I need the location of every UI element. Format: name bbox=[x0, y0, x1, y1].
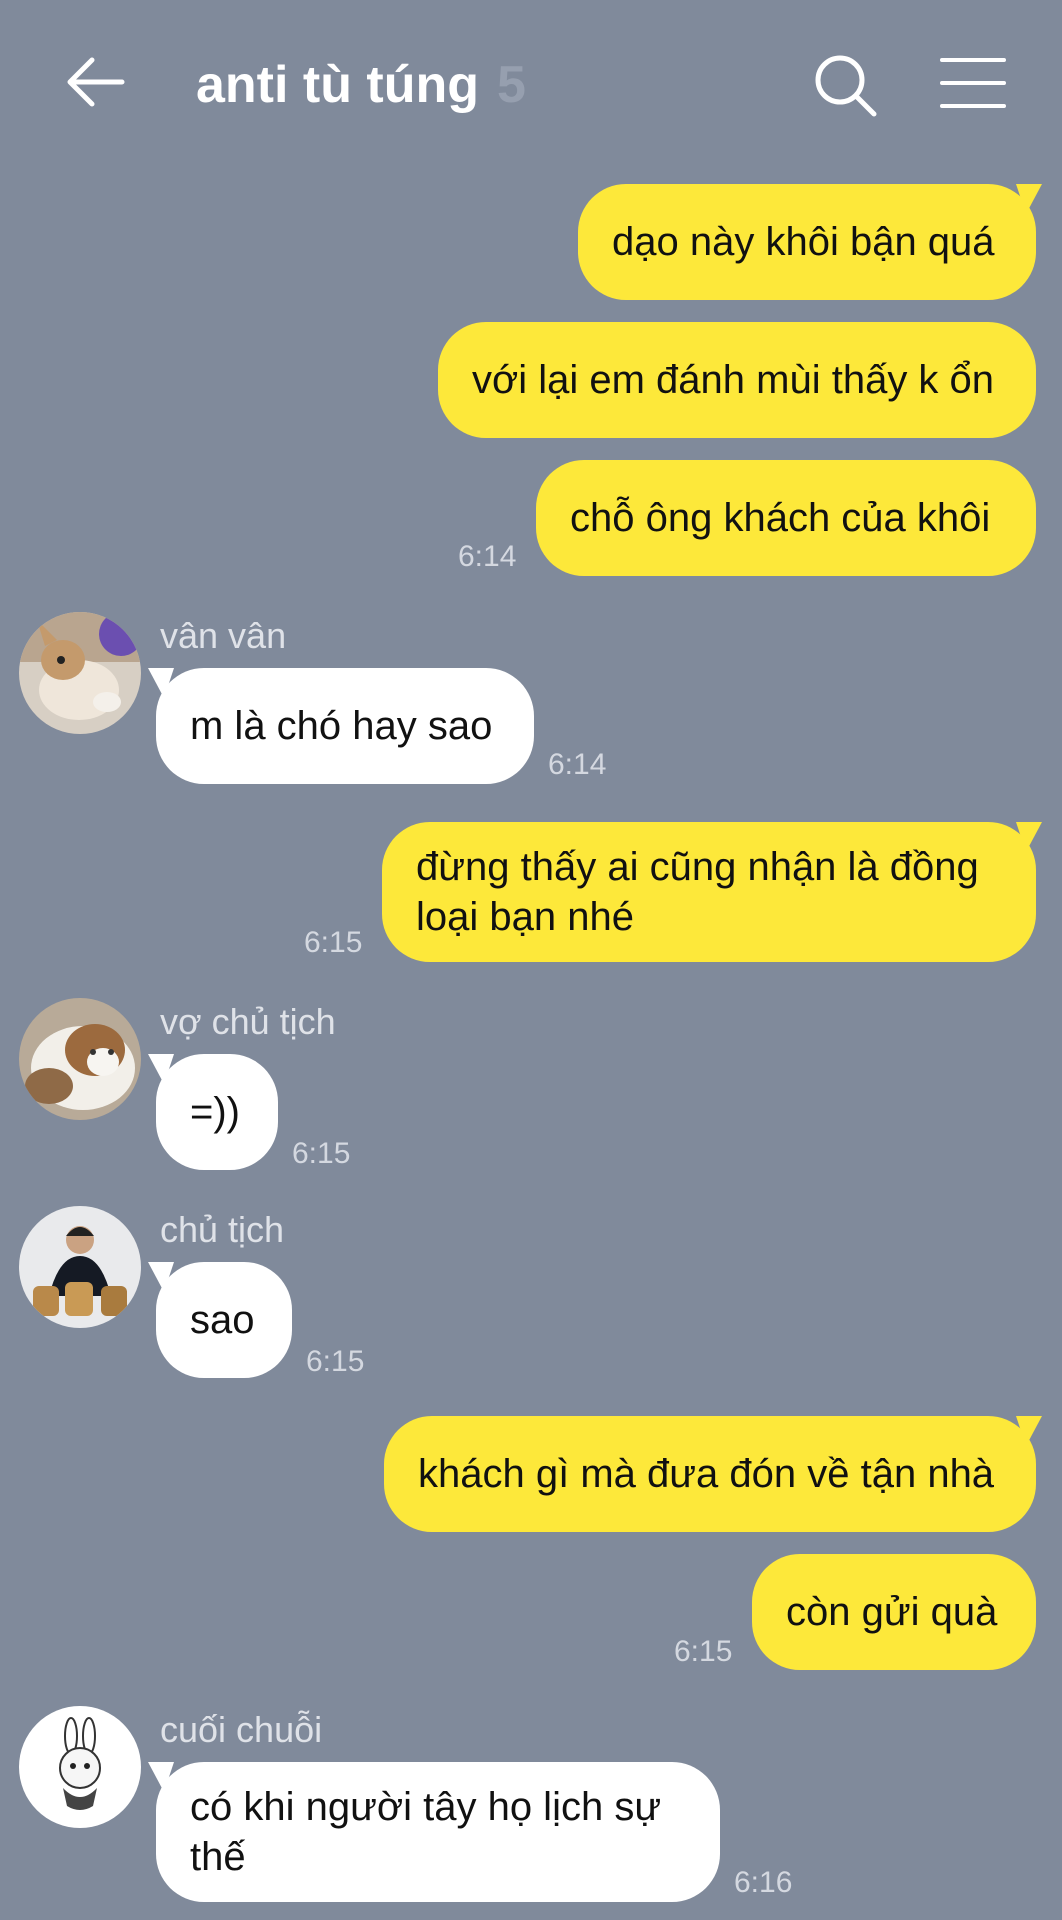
message-text: khách gì mà đưa đón về tận nhà bbox=[418, 1452, 995, 1496]
my-message-bubble[interactable]: với lại em đánh mùi thấy k ổn bbox=[438, 322, 1036, 438]
back-arrow-icon[interactable] bbox=[62, 50, 126, 114]
chat-name: anti tù túng bbox=[196, 56, 480, 114]
my-message-bubble[interactable]: đừng thấy ai cũng nhận là đồng loại bạn … bbox=[382, 822, 1036, 962]
message-time: 6:15 bbox=[674, 1635, 733, 1668]
my-message-bubble[interactable]: khách gì mà đưa đón về tận nhà bbox=[384, 1416, 1036, 1532]
their-message-bubble[interactable]: m là chó hay sao bbox=[156, 668, 534, 784]
message-time: 6:15 bbox=[304, 926, 363, 959]
my-message-bubble[interactable]: dạo này khôi bận quá bbox=[578, 184, 1036, 300]
message-text: m là chó hay sao bbox=[190, 704, 493, 748]
bubble-tail bbox=[148, 1054, 174, 1084]
message-text: còn gửi quà bbox=[786, 1590, 998, 1634]
message-time: 6:14 bbox=[458, 540, 517, 573]
bubble-tail bbox=[1016, 184, 1042, 214]
message-text: với lại em đánh mùi thấy k ổn bbox=[472, 358, 995, 402]
message-text: =)) bbox=[190, 1090, 240, 1134]
avatar-vo-chu-tich[interactable] bbox=[19, 998, 141, 1120]
search-icon[interactable] bbox=[812, 52, 880, 120]
bubble-tail bbox=[148, 1762, 174, 1792]
message-time: 6:15 bbox=[292, 1137, 351, 1170]
their-message-bubble[interactable]: sao bbox=[156, 1262, 292, 1378]
sender-name: chủ tịch bbox=[160, 1209, 285, 1250]
message-text: dạo này khôi bận quá bbox=[612, 220, 995, 264]
my-message-bubble[interactable]: còn gửi quà bbox=[752, 1554, 1036, 1670]
avatar-van-van[interactable] bbox=[19, 612, 141, 734]
avatar-chu-tich[interactable] bbox=[19, 1206, 141, 1328]
message-time: 6:16 bbox=[734, 1866, 793, 1899]
their-message-bubble[interactable]: =)) bbox=[156, 1054, 278, 1170]
chat-title: anti tù túng 5 bbox=[196, 50, 526, 120]
avatar-cuoi-chuoi[interactable] bbox=[19, 1706, 141, 1828]
message-text: đừng thấy ai cũng nhận là đồng loại bạn … bbox=[416, 845, 979, 939]
message-time: 6:14 bbox=[548, 748, 607, 781]
menu-icon[interactable] bbox=[940, 56, 1006, 110]
message-text: sao bbox=[190, 1298, 255, 1342]
sender-name: vợ chủ tịch bbox=[160, 1001, 336, 1042]
bubble-tail bbox=[148, 668, 174, 698]
member-count: 5 bbox=[497, 56, 526, 114]
bubble-tail bbox=[1016, 822, 1042, 852]
their-message-bubble[interactable]: có khi người tây họ lịch sự thế bbox=[156, 1762, 720, 1902]
my-message-bubble[interactable]: chỗ ông khách của khôi bbox=[536, 460, 1036, 576]
bubble-tail bbox=[1016, 1416, 1042, 1446]
message-time: 6:15 bbox=[306, 1345, 365, 1378]
message-text: có khi người tây họ lịch sự thế bbox=[190, 1785, 662, 1879]
message-text: chỗ ông khách của khôi bbox=[570, 496, 991, 540]
chat-header: anti tù túng 5 bbox=[0, 0, 1062, 170]
sender-name: cuối chuỗi bbox=[160, 1709, 323, 1750]
sender-name: vân vân bbox=[160, 615, 287, 656]
bubble-tail bbox=[148, 1262, 174, 1292]
